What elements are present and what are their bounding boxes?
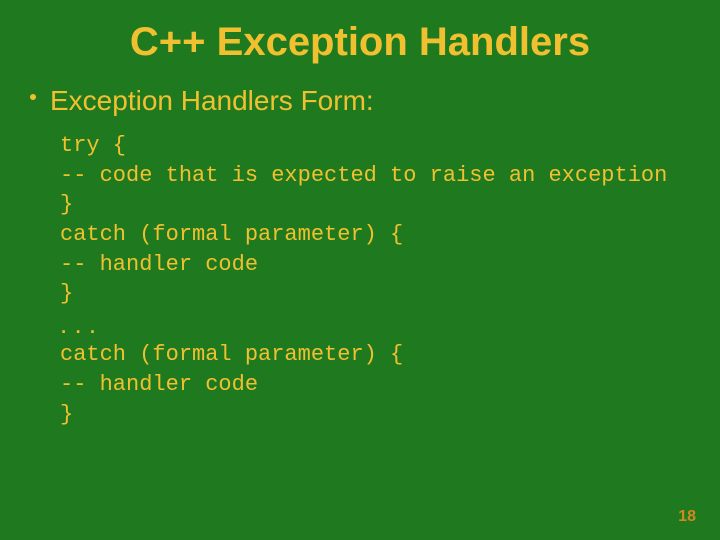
slide-title: C++ Exception Handlers <box>0 0 720 85</box>
code-block-1: try { -- code that is expected to raise … <box>30 131 700 309</box>
ellipsis: . . . <box>30 309 700 340</box>
bullet-item: Exception Handlers Form: <box>30 85 700 117</box>
page-number: 18 <box>678 508 696 526</box>
bullet-icon <box>30 94 36 100</box>
slide-body: Exception Handlers Form: try { -- code t… <box>0 85 720 429</box>
slide: C++ Exception Handlers Exception Handler… <box>0 0 720 540</box>
code-block-2: catch (formal parameter) { -- handler co… <box>30 340 700 429</box>
bullet-text: Exception Handlers Form: <box>50 85 374 117</box>
